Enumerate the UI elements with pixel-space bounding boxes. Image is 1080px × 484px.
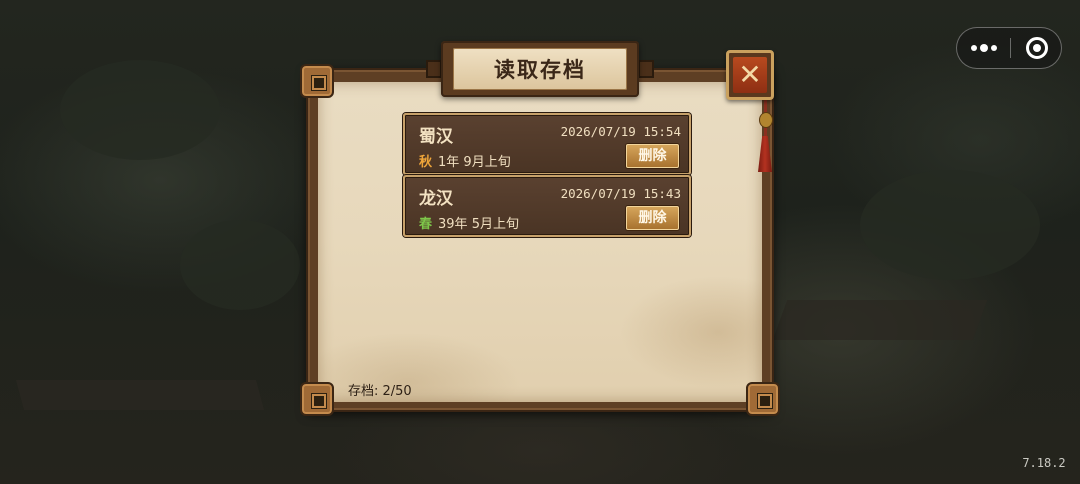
save-game-date: 秋 1年 9月上旬 [419, 151, 511, 170]
system-capsule [956, 27, 1062, 69]
capsule-divider [1010, 38, 1011, 58]
close-button-face[interactable]: ✕ [733, 57, 767, 93]
save-slot[interactable]: 蜀汉 2026/07/19 15:54 秋 1年 9月上旬 删除 [403, 113, 691, 175]
close-icon[interactable]: ✕ [733, 57, 767, 93]
save-name: 蜀汉 [419, 127, 453, 147]
save-timestamp: 2026/07/19 15:43 [560, 186, 681, 201]
delete-button[interactable]: 删除 [626, 144, 679, 168]
title-ornament [638, 60, 654, 78]
save-timestamp: 2026/07/19 15:54 [560, 124, 681, 139]
game-date-label: 1年 9月上旬 [438, 155, 511, 170]
background-tree [860, 170, 1040, 280]
season-label: 春 [419, 217, 433, 232]
exit-icon[interactable] [1026, 37, 1048, 59]
version-label: 7.18.2 [1022, 456, 1066, 470]
save-name: 龙汉 [419, 189, 453, 209]
season-label: 秋 [419, 155, 433, 170]
more-icon[interactable] [971, 41, 999, 55]
dialog-title: 读取存档 [494, 58, 586, 82]
save-slot[interactable]: 龙汉 2026/07/19 15:43 春 39年 5月上旬 删除 [403, 175, 691, 237]
corner-knot-ornament [300, 382, 334, 416]
corner-knot-ornament [746, 382, 780, 416]
title-ornament [426, 60, 442, 78]
background-bridge [15, 380, 265, 410]
delete-button[interactable]: 删除 [626, 206, 679, 230]
corner-knot-ornament [300, 64, 334, 98]
game-date-label: 39年 5月上旬 [438, 217, 519, 232]
background-tree [180, 220, 300, 310]
save-count-label: 存档: 2/50 [348, 384, 412, 399]
tassel-bead [759, 112, 773, 128]
save-game-date: 春 39年 5月上旬 [419, 213, 519, 232]
background-tree [60, 60, 220, 160]
background-roof [772, 300, 988, 340]
title-plaque-inner: 读取存档 [453, 48, 627, 90]
close-button[interactable]: ✕ [726, 50, 774, 100]
